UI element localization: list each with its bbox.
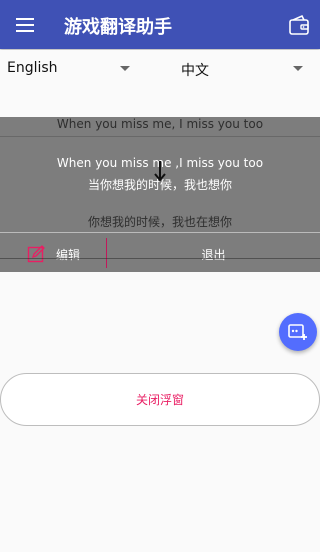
target-language-value: 中文	[181, 63, 209, 79]
close-float-window-button[interactable]: 关闭浮窗	[0, 373, 320, 426]
exit-label: 退出	[201, 248, 226, 262]
target-language-select[interactable]: 中文	[175, 50, 320, 86]
menu-icon-bar	[16, 24, 34, 26]
screen-translate-icon	[288, 324, 307, 340]
edit-button[interactable]: 编辑	[0, 233, 106, 272]
wallet-icon	[289, 14, 309, 35]
source-language-select[interactable]: English	[0, 50, 140, 86]
chevron-down-icon	[120, 66, 130, 71]
menu-button[interactable]	[10, 10, 40, 40]
close-float-window-label: 关闭浮窗	[135, 393, 184, 407]
translated-text-background: 你想我的时候，我也在想你	[87, 215, 232, 229]
language-bar: English 中文	[0, 50, 320, 137]
drag-handle[interactable]	[151, 160, 169, 182]
app-bar: 游戏翻译助手	[0, 0, 320, 49]
chevron-down-icon	[293, 66, 303, 71]
drag-arrow-icon	[154, 161, 166, 182]
exit-button[interactable]: 退出	[107, 233, 320, 272]
translation-area: When you miss me, I miss you too When yo…	[0, 117, 320, 232]
background-divider	[0, 258, 320, 259]
screen-translate-button[interactable]	[279, 313, 317, 351]
source-language-value: English	[7, 60, 58, 76]
original-text-background: When you miss me, I miss you too	[56, 117, 264, 131]
app-title: 游戏翻译助手	[64, 17, 172, 38]
menu-icon-bar	[16, 30, 34, 32]
float-action-bar: 编辑 退出	[0, 233, 320, 272]
edit-label: 编辑	[56, 248, 81, 262]
floating-translation-window[interactable]: When you miss me, I miss you too When yo…	[0, 117, 320, 272]
wallet-button[interactable]	[284, 11, 314, 39]
edit-icon	[27, 245, 45, 263]
menu-icon-bar	[16, 18, 34, 20]
